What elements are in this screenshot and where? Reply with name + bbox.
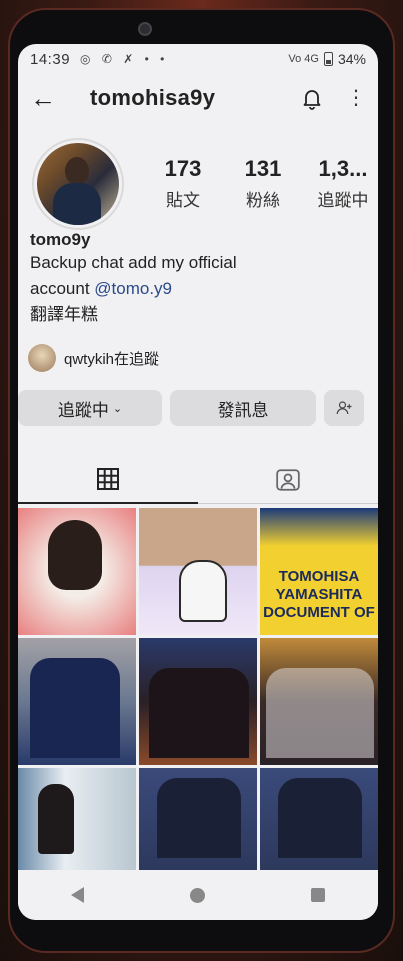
stat-posts[interactable]: 173 貼文 <box>148 156 218 211</box>
avatar-image <box>37 143 119 225</box>
bio-line-1: Backup chat add my official <box>30 253 237 272</box>
bio-text: account <box>30 279 95 298</box>
profile-header: ← tomohisa9y ⋮ <box>18 74 378 122</box>
system-nav-bar <box>18 870 378 920</box>
grid-icon <box>97 468 119 490</box>
followed-by[interactable]: qwtykih在追蹤 <box>28 344 159 372</box>
post-thumbnail[interactable] <box>139 508 257 635</box>
follower-avatar <box>28 344 56 372</box>
post-thumbnail[interactable] <box>18 508 136 635</box>
tab-tagged[interactable] <box>198 456 378 504</box>
status-time: 14:39 <box>30 50 71 68</box>
avatar[interactable] <box>32 138 124 230</box>
tagged-person-icon <box>276 468 300 491</box>
display-name: tomo9y <box>30 230 91 249</box>
action-buttons: 追蹤中 ⌄ 發訊息 <box>18 390 378 428</box>
more-options-icon[interactable]: ⋮ <box>346 88 366 108</box>
profile-bio: tomo9y Backup chat add my official accou… <box>30 230 370 328</box>
stat-label: 貼文 <box>166 191 200 210</box>
post-thumbnail[interactable]: TOMOHISA YAMASHITA DOCUMENT OF <box>260 508 378 635</box>
bio-line-2: account @tomo.y9 <box>30 276 370 302</box>
status-right: Vo 4G 34% <box>288 51 366 67</box>
profile-stats: 173 貼文 131 粉絲 1,3... 追蹤中 <box>148 156 378 211</box>
followed-by-text: qwtykih在追蹤 <box>64 350 160 368</box>
message-button[interactable]: 發訊息 <box>170 390 316 426</box>
content-tabs <box>18 456 378 504</box>
page-title: tomohisa9y <box>90 85 216 110</box>
network-indicator: Vo 4G <box>288 53 319 65</box>
add-user-button[interactable] <box>324 390 364 426</box>
front-camera <box>138 22 152 36</box>
phone-frame: 14:39 ◎ ✆ ✗ • • Vo 4G 34% ← tomohisa9y ⋮ <box>0 0 403 961</box>
nav-back-icon[interactable] <box>71 887 84 903</box>
stat-label: 粉絲 <box>246 191 280 210</box>
stat-followers[interactable]: 131 粉絲 <box>228 156 298 211</box>
nav-recents-icon[interactable] <box>311 888 325 902</box>
bio-line-3: 翻譯年糕 <box>30 305 98 324</box>
stat-following[interactable]: 1,3... 追蹤中 <box>308 156 378 211</box>
stat-value: 1,3... <box>318 156 368 181</box>
chevron-down-icon: ⌄ <box>112 402 123 415</box>
battery-level: 34% <box>337 51 366 67</box>
add-user-icon <box>336 401 352 415</box>
stat-label: 追蹤中 <box>317 191 369 210</box>
battery-icon <box>323 52 333 66</box>
post-thumbnail[interactable] <box>139 638 257 765</box>
status-bar: 14:39 ◎ ✆ ✗ • • Vo 4G 34% <box>18 44 378 74</box>
posts-grid: TOMOHISA YAMASHITA DOCUMENT OF <box>18 508 378 895</box>
following-button[interactable]: 追蹤中 ⌄ <box>18 390 162 426</box>
nav-home-icon[interactable] <box>190 887 205 903</box>
post-thumbnail-text: TOMOHISA YAMASHITA DOCUMENT OF <box>263 568 375 621</box>
stat-value: 131 <box>244 156 282 181</box>
following-button-label: 追蹤中 <box>57 400 109 420</box>
back-arrow-icon[interactable]: ← <box>30 85 60 111</box>
stat-value: 173 <box>164 156 202 181</box>
post-thumbnail[interactable] <box>260 638 378 765</box>
bell-icon[interactable] <box>300 86 324 110</box>
message-button-label: 發訊息 <box>217 400 269 420</box>
app-screen: 14:39 ◎ ✆ ✗ • • Vo 4G 34% ← tomohisa9y ⋮ <box>18 44 378 920</box>
notification-icons: ◎ ✆ ✗ • • <box>80 52 169 66</box>
post-thumbnail[interactable] <box>18 638 136 765</box>
tab-posts-grid[interactable] <box>18 456 198 504</box>
bio-mention-link[interactable]: @tomo.y9 <box>94 279 172 298</box>
